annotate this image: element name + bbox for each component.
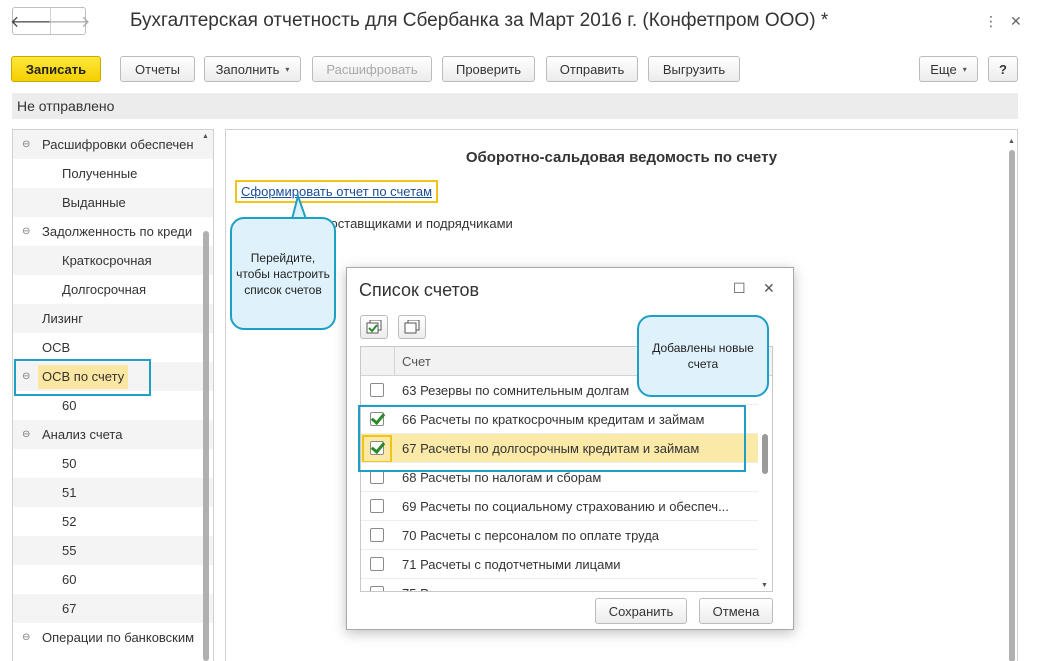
uncheck-all-icon: [404, 320, 420, 334]
uncheck-all-button[interactable]: [398, 315, 426, 339]
table-scroll-thumb[interactable]: [762, 434, 768, 474]
account-label: 63 Резервы по сомнительным долгам: [402, 383, 630, 398]
checkbox-unchecked[interactable]: [370, 557, 384, 571]
maximize-icon[interactable]: ☐: [733, 280, 746, 297]
dialog-title: Список счетов: [359, 280, 480, 300]
new-accounts-highlight: [358, 405, 746, 472]
account-label: 71 Расчеты с подотчетными лицами: [402, 557, 621, 572]
check-all-icon: [366, 320, 382, 334]
checkbox-unchecked[interactable]: [370, 528, 384, 542]
checkbox-unchecked[interactable]: [370, 499, 384, 513]
account-label: 70 Расчеты с персоналом по оплате труда: [402, 528, 660, 543]
callout-configure-accounts: Перейдите, чтобы настроить список счетов: [230, 217, 336, 330]
account-label: 69 Расчеты по социальному страхованию и …: [402, 499, 729, 514]
table-row[interactable]: 75 Р...: [361, 579, 758, 591]
checkbox-unchecked[interactable]: [370, 586, 384, 591]
checkbox-unchecked[interactable]: [370, 383, 384, 397]
close-icon[interactable]: ✕: [763, 280, 775, 297]
callout-left-pointer: [290, 192, 308, 220]
table-row[interactable]: 71 Расчеты с подотчетными лицами: [361, 550, 758, 579]
checkbox-unchecked[interactable]: [370, 470, 384, 484]
table-row[interactable]: 69 Расчеты по социальному страхованию и …: [361, 492, 758, 521]
column-header-account[interactable]: Счет: [402, 354, 431, 369]
scroll-down-icon[interactable]: ▼: [761, 582, 768, 589]
dialog-cancel-button[interactable]: Отмена: [699, 598, 773, 624]
check-all-button[interactable]: [360, 315, 388, 339]
account-label: 75 Р...: [402, 579, 437, 591]
table-row[interactable]: 70 Расчеты с персоналом по оплате труда: [361, 521, 758, 550]
callout-new-accounts: Добавлены новые счета: [637, 315, 769, 397]
table-scrollbar[interactable]: ▼: [759, 376, 771, 591]
header-divider: [394, 347, 395, 376]
dialog-save-button[interactable]: Сохранить: [595, 598, 687, 624]
